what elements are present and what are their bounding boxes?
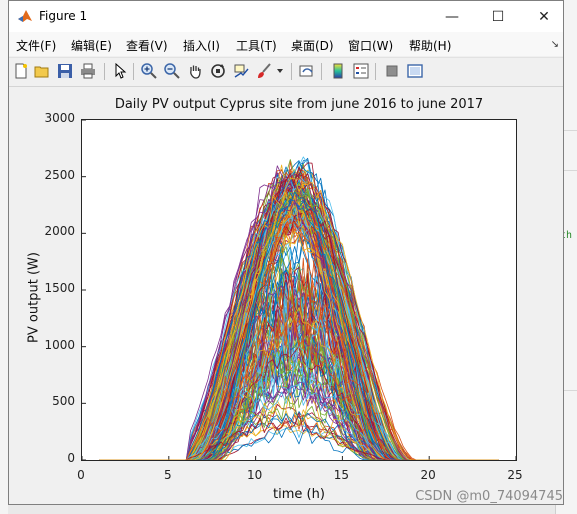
title-bar[interactable]: Figure 1 — ☐ ✕ bbox=[9, 1, 563, 32]
menu-bar: 文件(F) 编辑(E) 查看(V) 插入(I) 工具(T) 桌面(D) 窗口(W… bbox=[9, 32, 563, 56]
data-cursor-icon[interactable] bbox=[232, 62, 250, 80]
new-figure-icon[interactable] bbox=[12, 62, 30, 80]
window-title: Figure 1 bbox=[39, 9, 88, 23]
rotate-3d-icon[interactable] bbox=[209, 62, 227, 80]
pv-output-plot bbox=[82, 120, 516, 460]
daily-pv-series-line bbox=[99, 419, 499, 460]
dock-arrow-icon[interactable]: ↘ bbox=[551, 39, 559, 50]
x-tick-label: 15 bbox=[333, 468, 350, 482]
matlab-logo-icon bbox=[17, 8, 33, 24]
colorbar-icon[interactable] bbox=[329, 62, 347, 80]
pan-hand-icon[interactable] bbox=[186, 62, 204, 80]
menu-insert[interactable]: 插入(I) bbox=[183, 37, 220, 54]
toolbar-separator bbox=[321, 63, 322, 80]
watermark: CSDN @m0_74094745 bbox=[415, 489, 563, 504]
daily-pv-series-line bbox=[99, 289, 499, 460]
menu-tools[interactable]: 工具(T) bbox=[236, 37, 277, 54]
plot-title: Daily PV output Cyprus site from june 20… bbox=[114, 97, 484, 112]
y-tick-label: 2500 bbox=[44, 167, 75, 182]
y-tick-label: 500 bbox=[52, 394, 75, 409]
open-file-icon[interactable] bbox=[33, 62, 51, 80]
x-tick-label: 5 bbox=[163, 468, 172, 482]
figure-window: Figure 1 — ☐ ✕ 文件(F) 编辑(E) 查看(V) 插入(I) 工… bbox=[8, 0, 564, 505]
menu-window[interactable]: 窗口(W) bbox=[348, 37, 393, 54]
y-tick-label: 3000 bbox=[44, 111, 75, 125]
legend-icon[interactable] bbox=[352, 62, 370, 80]
x-tick-label: 10 bbox=[246, 468, 263, 482]
toolbar-separator bbox=[133, 63, 134, 80]
x-tick-label: 0 bbox=[77, 468, 85, 482]
menu-help[interactable]: 帮助(H) bbox=[409, 37, 451, 54]
menu-desktop[interactable]: 桌面(D) bbox=[291, 37, 334, 54]
daily-pv-series-line bbox=[99, 411, 499, 460]
y-tick-label: 1500 bbox=[44, 281, 75, 295]
save-icon[interactable] bbox=[56, 62, 74, 80]
x-tick-label: 20 bbox=[420, 468, 436, 482]
zoom-in-icon[interactable] bbox=[140, 62, 158, 80]
menu-edit[interactable]: 编辑(E) bbox=[71, 37, 112, 54]
background-app-left-edge bbox=[0, 0, 8, 514]
y-tick-label: 2000 bbox=[44, 224, 75, 239]
plot-axes[interactable] bbox=[81, 119, 517, 461]
daily-pv-series-line bbox=[99, 288, 499, 460]
figure-toolbar bbox=[9, 57, 563, 87]
print-icon[interactable] bbox=[79, 62, 97, 80]
pointer-icon[interactable] bbox=[111, 62, 129, 80]
toolbar-separator bbox=[375, 63, 376, 80]
brush-icon[interactable] bbox=[255, 62, 273, 80]
zoom-out-icon[interactable] bbox=[163, 62, 181, 80]
daily-pv-series-line bbox=[99, 336, 499, 460]
hide-plot-tools-icon[interactable] bbox=[383, 62, 401, 80]
toolbar-separator bbox=[104, 63, 105, 80]
maximize-button[interactable]: ☐ bbox=[475, 1, 521, 32]
figure-canvas: Daily PV output Cyprus site from june 20… bbox=[9, 87, 563, 504]
y-tick-label: 0 bbox=[67, 451, 75, 465]
close-button[interactable]: ✕ bbox=[521, 1, 567, 32]
menu-file[interactable]: 文件(F) bbox=[16, 37, 56, 54]
link-plot-icon[interactable] bbox=[298, 62, 316, 80]
toolbar-separator bbox=[291, 63, 292, 80]
x-tick-label: 25 bbox=[507, 468, 523, 482]
y-tick-label: 1000 bbox=[44, 337, 75, 352]
minimize-button[interactable]: — bbox=[429, 1, 475, 32]
chevron-down-icon[interactable] bbox=[275, 62, 285, 80]
daily-pv-series-line bbox=[99, 385, 499, 460]
daily-pv-series-line bbox=[99, 427, 499, 460]
menu-view[interactable]: 查看(V) bbox=[126, 37, 168, 54]
daily-pv-series-line bbox=[99, 411, 499, 460]
daily-pv-series-line bbox=[99, 289, 499, 460]
show-plot-tools-icon[interactable] bbox=[406, 62, 424, 80]
